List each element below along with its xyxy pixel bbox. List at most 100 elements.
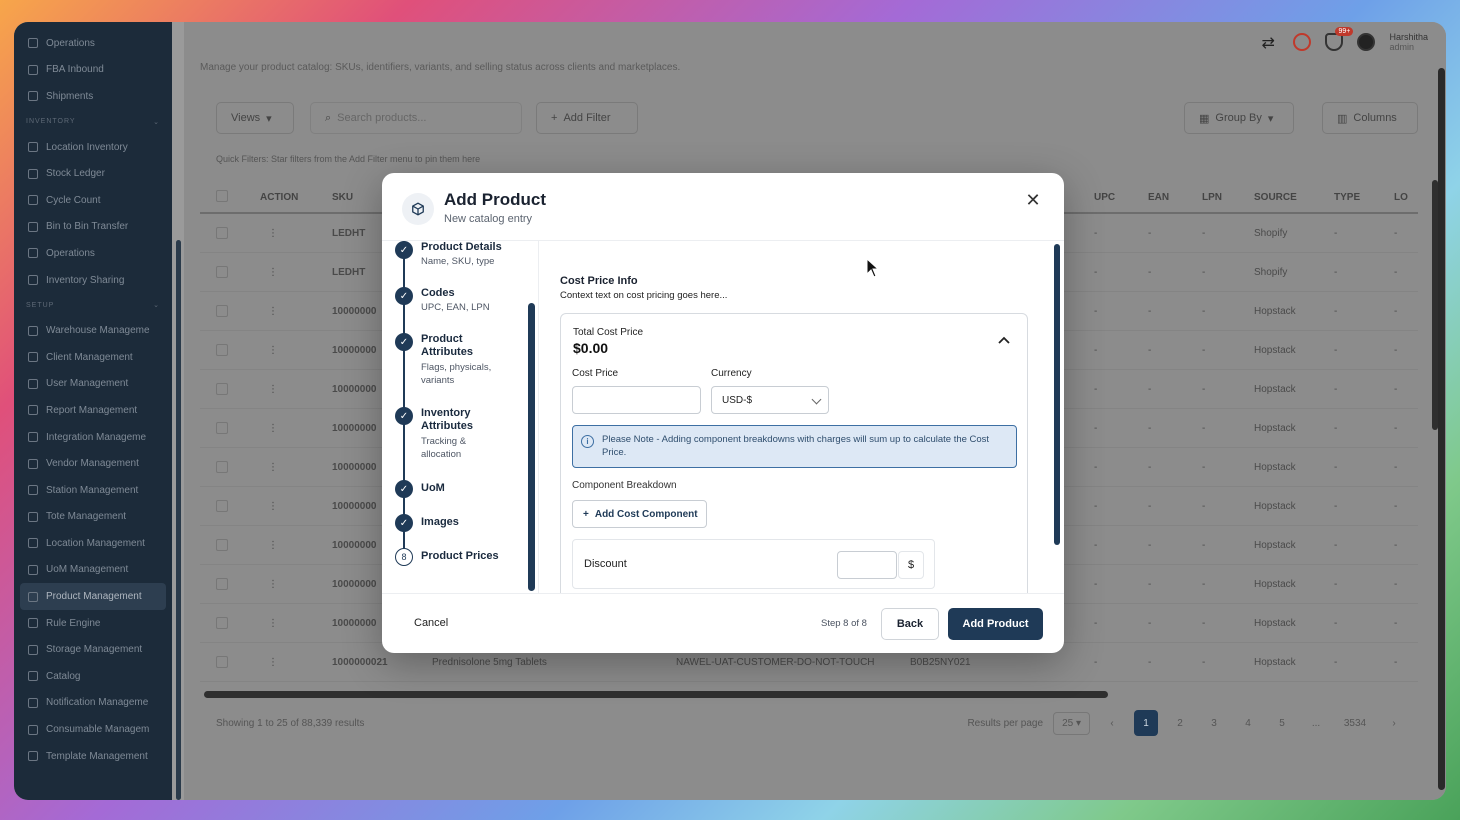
nav-icon — [28, 432, 38, 443]
row-checkbox[interactable] — [216, 500, 228, 512]
close-icon[interactable]: ✕ — [1024, 191, 1042, 209]
sidebar-item[interactable]: Operations — [14, 30, 172, 57]
add-product-button[interactable]: Add Product — [948, 608, 1043, 640]
views-button[interactable]: Views ▾ — [216, 102, 294, 134]
step-title: Inventory Attributes — [421, 407, 473, 432]
add-filter-button[interactable]: + Add Filter — [536, 102, 638, 134]
sidebar-section[interactable]: SETUP ⌄ — [14, 293, 172, 317]
row-checkbox[interactable] — [216, 266, 228, 278]
page-button[interactable]: 1 — [1134, 710, 1158, 736]
sidebar-item[interactable]: Shipments — [14, 83, 172, 110]
sidebar-item[interactable]: Storage Management — [14, 636, 172, 663]
per-page-select[interactable]: 25 ▾ — [1053, 711, 1090, 735]
back-button[interactable]: Back — [881, 608, 939, 640]
sidebar-item[interactable]: Location Management — [14, 530, 172, 557]
row-checkbox[interactable] — [216, 383, 228, 395]
sidebar-item[interactable]: Location Inventory — [14, 134, 172, 161]
row-checkbox[interactable] — [216, 539, 228, 551]
row-checkbox[interactable] — [216, 305, 228, 317]
row-action-icon[interactable]: ⋮ — [268, 228, 278, 239]
row-action-icon[interactable]: ⋮ — [268, 657, 278, 668]
source-cell: Hopstack — [1254, 501, 1296, 512]
sidebar-item[interactable]: Warehouse Manageme — [14, 317, 172, 344]
add-cost-component-button[interactable]: + Add Cost Component — [572, 500, 707, 528]
sidebar-item-label: Consumable Managem — [46, 724, 150, 736]
row-checkbox[interactable] — [216, 422, 228, 434]
columns-button[interactable]: ▥ Columns — [1322, 102, 1418, 134]
sidebar-item[interactable]: Client Management — [14, 344, 172, 371]
modal-header: Add Product New catalog entry ✕ — [382, 173, 1064, 241]
next-page-button[interactable]: › — [1382, 710, 1406, 736]
sidebar-item[interactable]: Vendor Management — [14, 450, 172, 477]
column-header[interactable]: SKU — [332, 192, 353, 203]
row-checkbox[interactable] — [216, 344, 228, 356]
sidebar-item[interactable]: Consumable Managem — [14, 716, 172, 743]
sidebar-item[interactable]: Report Management — [14, 397, 172, 424]
sidebar-item-label: Shipments — [46, 90, 94, 102]
prev-page-button[interactable]: ‹ — [1100, 710, 1124, 736]
switch-icon[interactable]: ⇄ — [1261, 33, 1279, 52]
row-action-icon[interactable]: ⋮ — [268, 345, 278, 356]
horizontal-scrollbar[interactable] — [204, 691, 1108, 698]
sidebar-item[interactable]: Product Management — [20, 583, 166, 610]
row-action-icon[interactable]: ⋮ — [268, 618, 278, 629]
window-scrollbar[interactable] — [1438, 68, 1445, 790]
sidebar-item-label: FBA Inbound — [46, 64, 104, 76]
avatar[interactable] — [1357, 33, 1376, 51]
row-action-icon[interactable]: ⋮ — [268, 267, 278, 278]
sidebar-item[interactable]: Operations — [14, 240, 172, 267]
row-checkbox[interactable] — [216, 461, 228, 473]
empty-cell: - — [1334, 540, 1338, 551]
sidebar-item[interactable]: FBA Inbound — [14, 57, 172, 84]
sidebar-item[interactable]: Bin to Bin Transfer — [14, 214, 172, 241]
total-cost-value: $0.00 — [573, 340, 609, 356]
page-button[interactable]: 3 — [1202, 710, 1226, 736]
row-action-icon[interactable]: ⋮ — [268, 579, 278, 590]
search-input[interactable]: ⌕ Search products... — [310, 102, 522, 134]
row-action-icon[interactable]: ⋮ — [268, 384, 278, 395]
sidebar-item[interactable]: Integration Manageme — [14, 424, 172, 451]
sidebar-item[interactable]: Inventory Sharing — [14, 267, 172, 294]
row-action-icon[interactable]: ⋮ — [268, 423, 278, 434]
cost-price-input[interactable] — [572, 386, 701, 414]
support-icon[interactable] — [1293, 33, 1312, 51]
sidebar-item[interactable]: Notification Manageme — [14, 690, 172, 717]
sidebar-item[interactable]: Template Management — [14, 743, 172, 770]
sidebar-scrollbar[interactable] — [176, 240, 181, 800]
sidebar-item[interactable]: Tote Management — [14, 504, 172, 531]
results-per-page-label: Results per page — [967, 717, 1044, 729]
sidebar-item[interactable]: Stock Ledger — [14, 160, 172, 187]
sidebar-item-label: Catalog — [46, 670, 81, 682]
sidebar-section[interactable]: INVENTORY ⌄ — [14, 110, 172, 134]
source-cell: Hopstack — [1254, 423, 1296, 434]
row-action-icon[interactable]: ⋮ — [268, 501, 278, 512]
page-button[interactable]: 3534 — [1338, 710, 1372, 736]
row-checkbox[interactable] — [216, 617, 228, 629]
content-scrollbar[interactable] — [1054, 244, 1060, 545]
user-info[interactable]: Harshitha admin — [1389, 32, 1428, 52]
cancel-button[interactable]: Cancel — [414, 617, 448, 629]
stepper-scrollbar[interactable] — [528, 303, 535, 591]
sidebar-item[interactable]: Catalog — [14, 663, 172, 690]
page-button[interactable]: 2 — [1168, 710, 1192, 736]
discount-input[interactable] — [837, 551, 897, 579]
sidebar-item[interactable]: UoM Management — [14, 557, 172, 584]
row-action-icon[interactable]: ⋮ — [268, 306, 278, 317]
page-button[interactable]: 4 — [1236, 710, 1260, 736]
row-checkbox[interactable] — [216, 656, 228, 668]
row-action-icon[interactable]: ⋮ — [268, 540, 278, 551]
nav-icon — [28, 405, 38, 416]
sidebar-item[interactable]: Cycle Count — [14, 187, 172, 214]
currency-select[interactable]: USD-$ — [711, 386, 829, 414]
select-all-checkbox[interactable] — [216, 190, 228, 202]
row-checkbox[interactable] — [216, 578, 228, 590]
page-button[interactable]: 5 — [1270, 710, 1294, 736]
chevron-up-icon[interactable] — [997, 334, 1011, 348]
group-by-button[interactable]: ▦ Group By ▾ — [1184, 102, 1294, 134]
notifications[interactable]: 99+ — [1325, 27, 1354, 51]
sidebar-item[interactable]: Rule Engine — [14, 610, 172, 637]
row-action-icon[interactable]: ⋮ — [268, 462, 278, 473]
sidebar-item[interactable]: User Management — [14, 371, 172, 398]
sidebar-item[interactable]: Station Management — [14, 477, 172, 504]
row-checkbox[interactable] — [216, 227, 228, 239]
